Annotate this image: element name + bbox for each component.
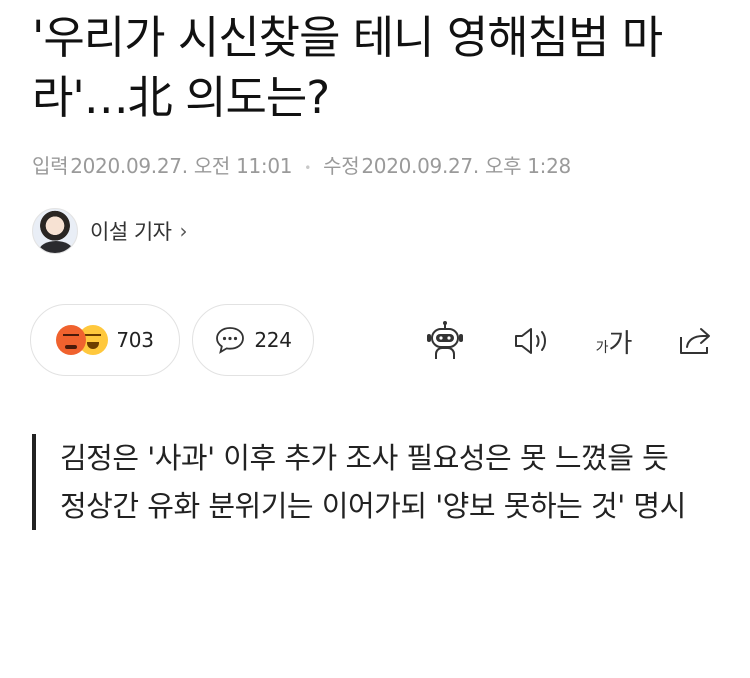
date-separator: •	[304, 160, 312, 175]
reactions-button[interactable]: 703	[30, 304, 180, 376]
comment-count: 224	[254, 328, 292, 352]
share-icon	[680, 328, 710, 354]
modified-label: 수정	[323, 154, 360, 178]
comments-button[interactable]: 224	[192, 304, 314, 376]
summary-line: 정상간 유화 분위기는 이어가되 '양보 못하는 것' 명시	[60, 489, 686, 523]
font-large-label: 가	[608, 328, 633, 359]
font-small-label: 가	[595, 339, 609, 356]
author-avatar	[32, 208, 78, 254]
author-link[interactable]: 이설 기자 ›	[32, 208, 187, 254]
article-dates: 입력 2020.09.27. 오전 11:01 • 수정 2020.09.27. 오…	[32, 150, 571, 179]
article-summary: 김정은 '사과' 이후 추가 조사 필요성은 못 느꼈을 듯 정상간 유화 분위…	[32, 434, 722, 530]
share-button[interactable]	[670, 316, 720, 366]
font-size-icon: 가가	[596, 323, 633, 360]
chevron-right-icon: ›	[179, 219, 188, 243]
robot-summary-icon	[427, 321, 463, 359]
font-size-button[interactable]: 가가	[586, 316, 642, 366]
author-name: 이설 기자	[90, 220, 172, 244]
published-label: 입력	[32, 154, 69, 178]
summary-line: 김정은 '사과' 이후 추가 조사 필요성은 못 느꼈을 듯	[60, 441, 669, 475]
modified-time: 2020.09.27. 오후 1:28	[361, 154, 571, 178]
speaker-icon	[515, 328, 546, 354]
published-time: 2020.09.27. 오전 11:01	[70, 154, 293, 178]
text-to-speech-button[interactable]	[506, 316, 556, 366]
speech-bubble-icon	[216, 327, 245, 354]
article-title: '우리가 시신찾을 테니 영해침범 마라'…北 의도는?	[32, 11, 663, 124]
summary-bot-button[interactable]	[420, 316, 470, 366]
reaction-count: 703	[116, 328, 154, 352]
